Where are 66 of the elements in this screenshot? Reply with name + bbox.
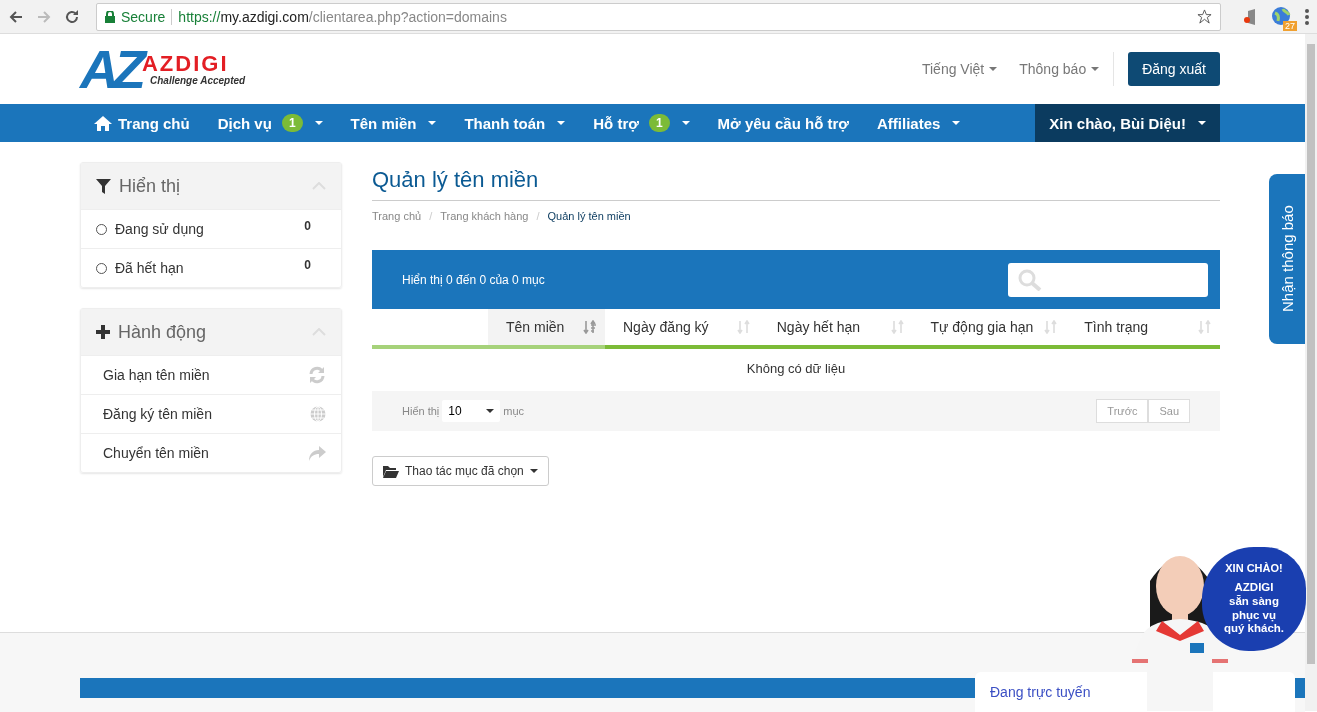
page-title: Quản lý tên miền xyxy=(372,167,1220,201)
action-label: Chuyển tên miền xyxy=(103,445,209,461)
search-field[interactable] xyxy=(1008,262,1208,297)
lock-icon xyxy=(105,10,115,23)
panel-title: Hiển thị xyxy=(119,175,181,197)
action-item[interactable]: Đăng ký tên miền xyxy=(81,394,341,433)
column-header[interactable]: Ngày đăng ký xyxy=(605,309,759,349)
nav-item[interactable]: Tên miền xyxy=(336,104,451,142)
breadcrumb-separator: / xyxy=(429,210,433,222)
action-item[interactable]: Gia hạn tên miền xyxy=(81,355,341,394)
reload-icon[interactable] xyxy=(64,8,80,25)
nav-item[interactable]: Hỗ trợ 1 xyxy=(579,104,704,142)
nav-item[interactable]: Thanh toán xyxy=(450,104,580,142)
filter-icon xyxy=(96,178,111,194)
empty-message: Không có dữ liệu xyxy=(745,360,847,378)
table-info: Hiển thị 0 đến 0 của 0 mục xyxy=(402,272,545,287)
menu-icon[interactable] xyxy=(1305,8,1309,25)
column-header[interactable]: Ngày hết hạn xyxy=(758,309,913,349)
search-icon xyxy=(1018,268,1042,291)
count: 0 xyxy=(304,219,311,233)
action-label: Đăng ký tên miền xyxy=(103,406,212,422)
share-arrow-icon xyxy=(308,445,326,461)
extension-badge: 27 xyxy=(1283,20,1297,31)
bulk-action-button[interactable]: Thao tác mục đã chọn xyxy=(372,456,549,486)
breadcrumb-link[interactable]: Trang khách hàng xyxy=(440,210,529,222)
logout-button[interactable]: Đăng xuất xyxy=(1128,52,1220,86)
notification-tab[interactable]: Nhận thông báo xyxy=(1269,174,1305,344)
url-text: https://my.azdigi.com/clientarea.php?action=domains xyxy=(178,8,507,25)
breadcrumb-separator: / xyxy=(536,210,540,222)
header-dropdown[interactable]: Tiếng Việt xyxy=(921,61,998,77)
length-suffix: mục xyxy=(503,405,525,417)
filter-label: Đang sử dụng xyxy=(115,221,204,237)
folder-icon xyxy=(383,464,399,478)
chat-title: Đang trực tuyến xyxy=(990,684,1091,700)
forward-icon[interactable] xyxy=(36,8,52,25)
address-bar[interactable]: Secure https://my.azdigi.com/clientarea.php?action=domains xyxy=(96,2,1221,31)
action-item[interactable]: Chuyển tên miền xyxy=(81,433,341,472)
scrollbar-thumb[interactable] xyxy=(1307,44,1315,664)
action-label: Gia hạn tên miền xyxy=(103,367,210,383)
back-icon[interactable] xyxy=(8,8,24,25)
filter-label: Đã hết hạn xyxy=(115,260,184,276)
header-dropdown[interactable]: Thông báo xyxy=(1019,61,1100,77)
column-header[interactable]: Tình trạng xyxy=(1066,309,1220,349)
secure-label: Secure xyxy=(121,8,166,25)
star-icon[interactable] xyxy=(1197,9,1212,24)
globe-icon xyxy=(310,406,326,422)
length-label: Hiển thị xyxy=(402,405,440,417)
nav-item[interactable]: Affiliates xyxy=(862,104,975,142)
refresh-icon xyxy=(308,366,326,384)
breadcrumb-link[interactable]: Trang chủ xyxy=(372,210,422,222)
home-icon xyxy=(94,115,112,131)
column-header[interactable]: Tự động gia hạn xyxy=(912,309,1067,349)
sort-icon[interactable] xyxy=(583,320,597,334)
count: 0 xyxy=(304,258,311,272)
user-menu[interactable]: Xin chào, Bùi Diệu! xyxy=(1035,104,1220,142)
nav-item[interactable]: Trang chủ xyxy=(80,104,204,142)
scrollbar[interactable] xyxy=(1305,34,1317,711)
breadcrumb-link[interactable]: Quản lý tên miền xyxy=(547,210,631,222)
filter-item[interactable]: Đã hết hạn 0 xyxy=(81,248,341,287)
nav-item[interactable]: Dịch vụ 1 xyxy=(203,104,337,142)
plus-icon xyxy=(96,325,110,339)
page-length-select[interactable]: 10 xyxy=(442,400,501,422)
panel-title: Hành động xyxy=(118,321,207,343)
filter-item[interactable]: Đang sử dụng 0 xyxy=(81,209,341,248)
column-header[interactable]: Tên miền xyxy=(488,309,605,349)
nav-item[interactable]: Mở yêu cầu hỗ trợ xyxy=(703,104,863,142)
